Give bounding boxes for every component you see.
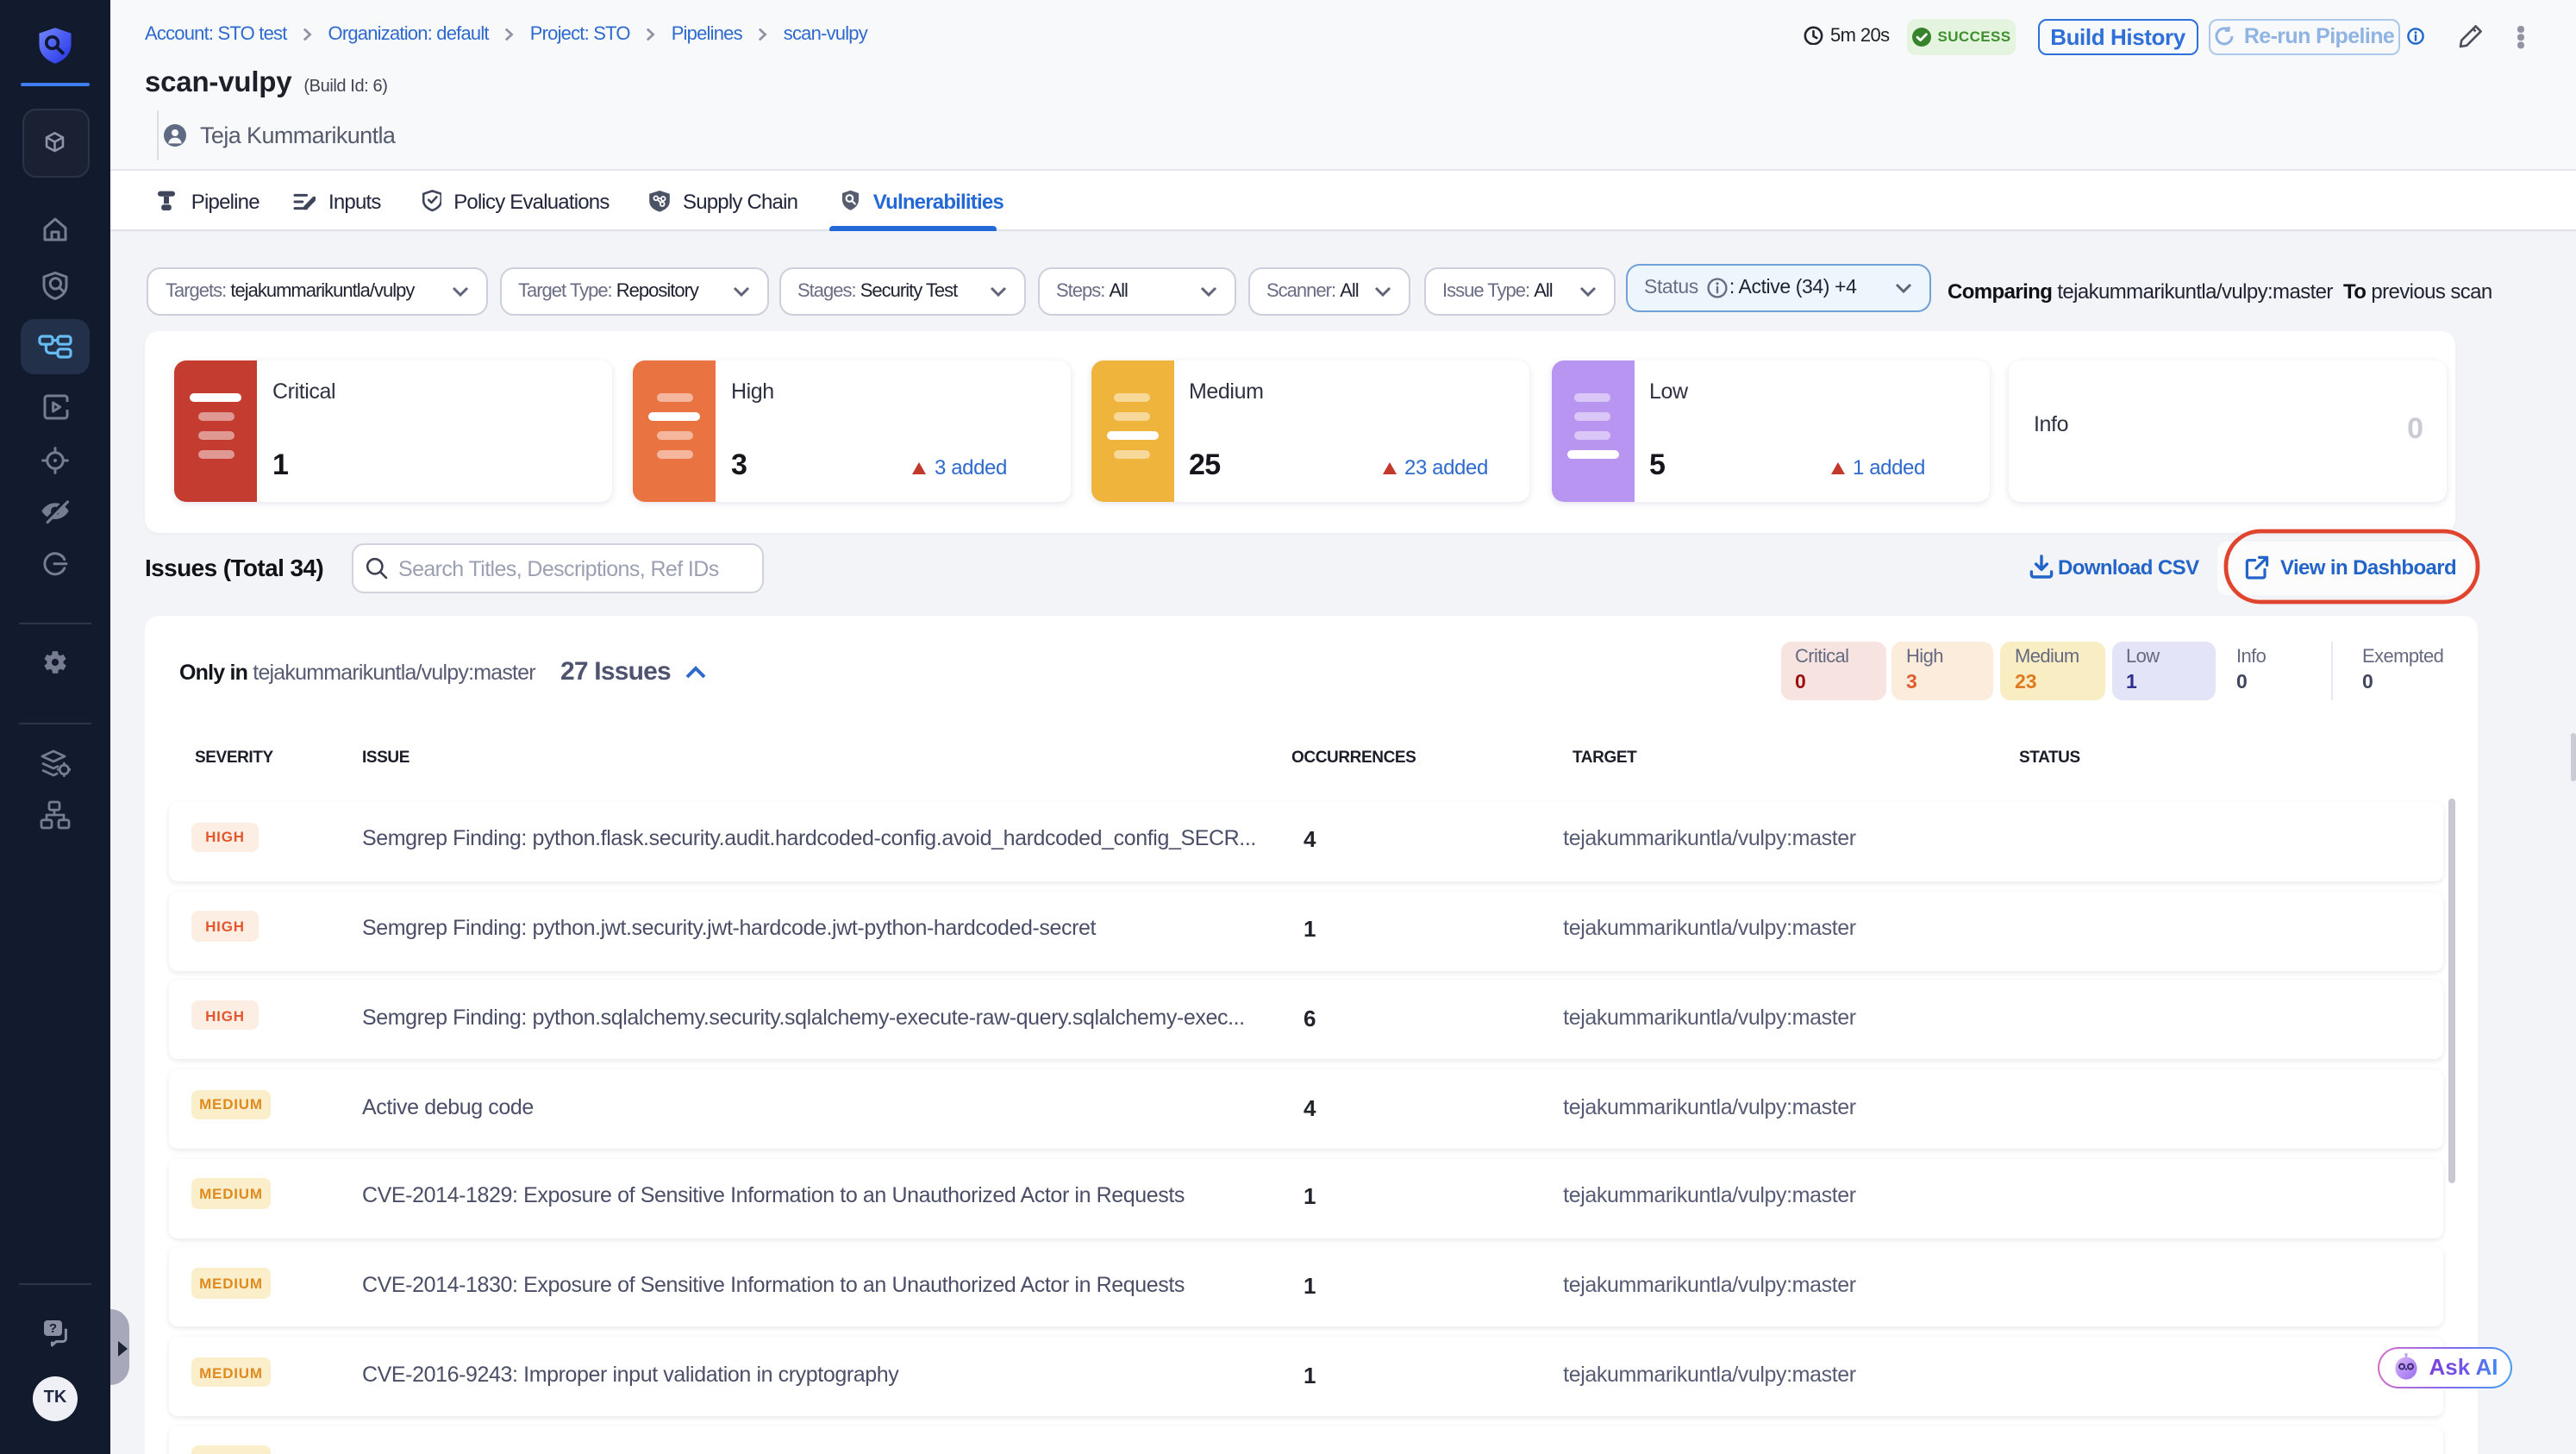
svg-text:?: ? [49,1321,57,1336]
